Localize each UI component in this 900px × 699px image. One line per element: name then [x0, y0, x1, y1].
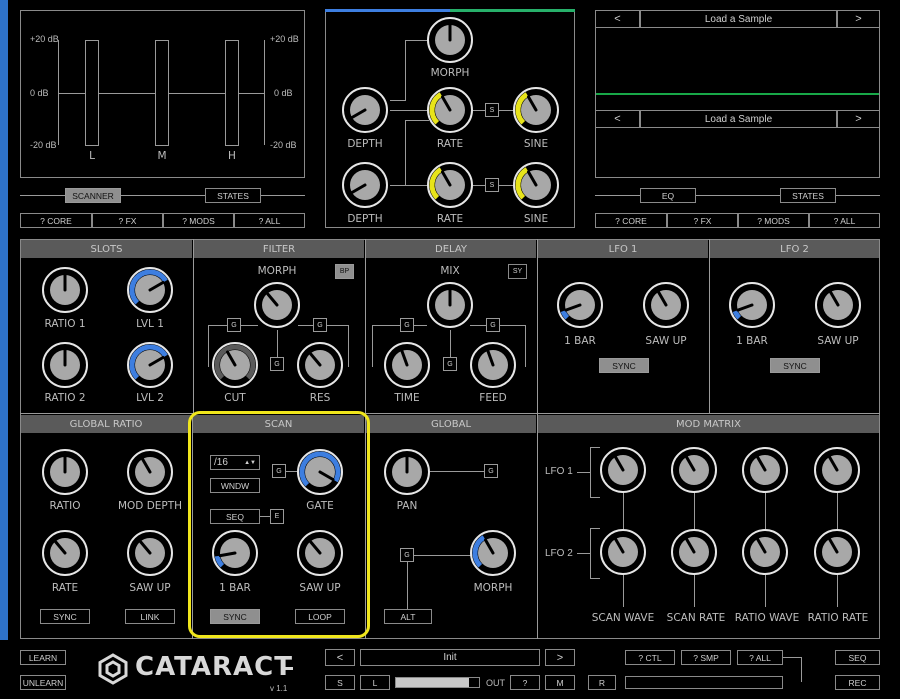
- mm-1-4[interactable]: [814, 447, 860, 493]
- scan-saw-knob[interactable]: [297, 530, 343, 576]
- mm-1-2[interactable]: [671, 447, 717, 493]
- global-morph-knob[interactable]: [470, 530, 516, 576]
- ratio2-knob[interactable]: [42, 342, 88, 388]
- lfo1-saw-knob[interactable]: [643, 282, 689, 328]
- delay-mix-knob[interactable]: [427, 282, 473, 328]
- rate-knob-1[interactable]: [427, 87, 473, 133]
- lvl1-knob[interactable]: [127, 267, 173, 313]
- lfo2-saw-knob[interactable]: [815, 282, 861, 328]
- lvl2-knob[interactable]: [127, 342, 173, 388]
- ratio1-knob[interactable]: [42, 267, 88, 313]
- sine-knob-2[interactable]: [513, 162, 559, 208]
- lfo2-bar-knob[interactable]: [729, 282, 775, 328]
- mm-2-2[interactable]: [671, 529, 717, 575]
- feed-knob[interactable]: [470, 342, 516, 388]
- gate-knob[interactable]: [297, 449, 343, 495]
- mm-2-1[interactable]: [600, 529, 646, 575]
- rate-knob-2[interactable]: [427, 162, 473, 208]
- sine-knob-1[interactable]: [513, 87, 559, 133]
- depth-knob-1[interactable]: [342, 87, 388, 133]
- morph-knob[interactable]: [427, 17, 473, 63]
- depth-knob-2[interactable]: [342, 162, 388, 208]
- mm-2-4[interactable]: [814, 529, 860, 575]
- lfo1-bar-knob[interactable]: [557, 282, 603, 328]
- res-knob[interactable]: [297, 342, 343, 388]
- mm-1-1[interactable]: [600, 447, 646, 493]
- mm-1-3[interactable]: [742, 447, 788, 493]
- mm-2-3[interactable]: [742, 529, 788, 575]
- pan-knob[interactable]: [384, 449, 430, 495]
- gr-ratio-knob[interactable]: [42, 449, 88, 495]
- gr-saw-knob[interactable]: [127, 530, 173, 576]
- knob-layer[interactable]: [0, 0, 900, 699]
- time-knob[interactable]: [384, 342, 430, 388]
- cut-knob[interactable]: [212, 342, 258, 388]
- gr-rate-knob[interactable]: [42, 530, 88, 576]
- gr-mod-depth-knob[interactable]: [127, 449, 173, 495]
- filter-morph-knob[interactable]: [254, 282, 300, 328]
- scan-bar-knob[interactable]: [212, 530, 258, 576]
